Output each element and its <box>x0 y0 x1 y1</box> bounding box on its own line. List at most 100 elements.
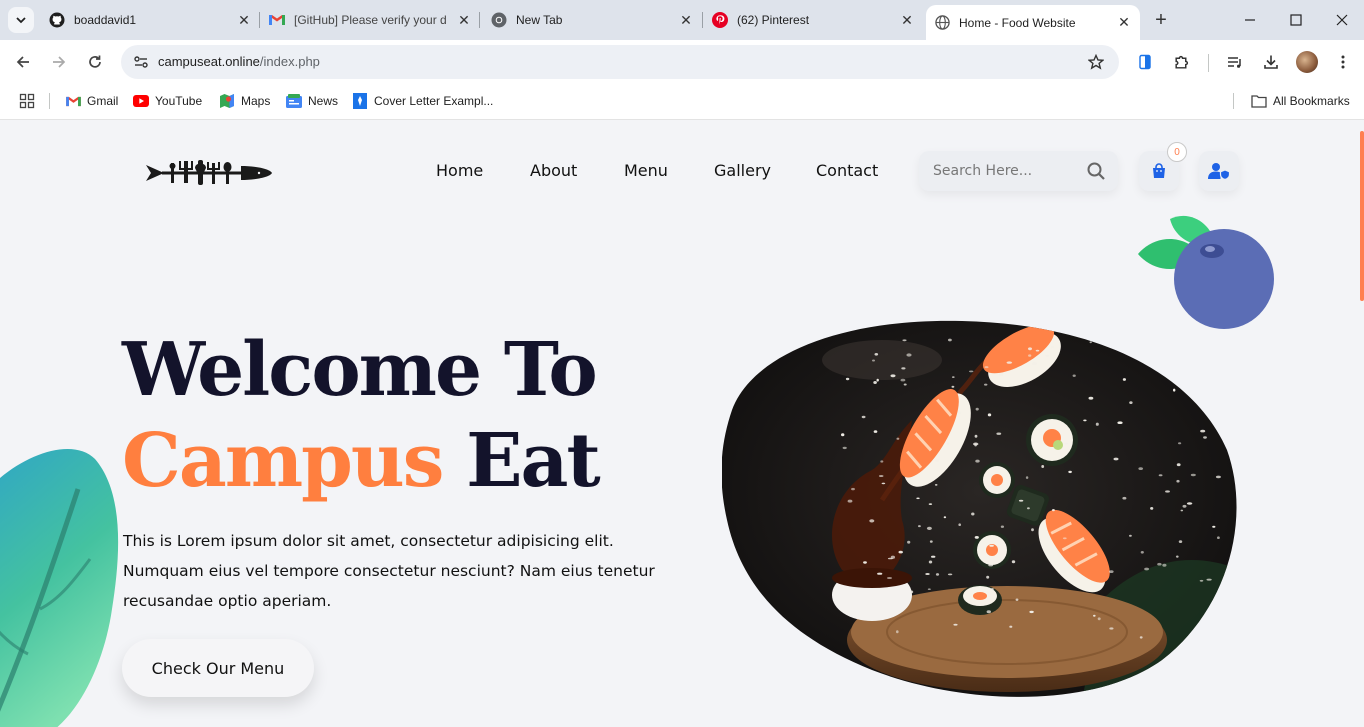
url-text: campuseat.online/index.php <box>158 54 320 69</box>
rice-grain <box>906 353 912 357</box>
nav-gallery[interactable]: Gallery <box>714 161 771 180</box>
tab-github[interactable]: boaddavid1 ✕ <box>44 5 254 35</box>
close-icon[interactable]: ✕ <box>454 10 474 30</box>
rice-grain <box>935 459 940 462</box>
minimize-button[interactable] <box>1238 8 1262 32</box>
scrollbar[interactable] <box>1360 121 1364 727</box>
close-icon <box>1336 14 1348 26</box>
rice-grain <box>1139 636 1143 639</box>
close-icon[interactable]: ✕ <box>897 10 917 30</box>
rice-grain <box>975 459 980 463</box>
rice-grain <box>1203 436 1207 439</box>
rice-grain <box>1214 418 1218 421</box>
tab-home-food-website[interactable]: Home - Food Website ✕ <box>926 5 1140 40</box>
rice-grain <box>881 482 886 485</box>
rice-grain <box>1097 617 1101 621</box>
search-input[interactable] <box>933 161 1083 181</box>
back-button[interactable] <box>10 49 36 75</box>
nav-about[interactable]: About <box>530 161 577 180</box>
downloads-button[interactable] <box>1258 49 1284 75</box>
all-bookmarks-button[interactable]: All Bookmarks <box>1251 92 1350 110</box>
url-host: campuseat.online <box>158 54 260 69</box>
site-logo[interactable] <box>146 160 272 186</box>
maximize-button[interactable] <box>1284 8 1308 32</box>
search-icon[interactable] <box>1086 161 1106 181</box>
rice-grain <box>1150 507 1154 510</box>
rice-grain <box>1041 465 1045 468</box>
tab-divider <box>702 12 703 28</box>
check-menu-button[interactable]: Check Our Menu <box>122 639 314 697</box>
rice-grain <box>1027 507 1030 510</box>
tab-divider <box>479 12 480 28</box>
rice-grain <box>951 385 955 388</box>
rice-grain <box>1015 598 1019 601</box>
rice-grain <box>958 523 961 526</box>
extensions-button[interactable] <box>1168 49 1194 75</box>
tab-search-button[interactable] <box>8 7 34 33</box>
rice-grain <box>1018 499 1024 502</box>
hero-title-line2: Campus Eat <box>122 416 601 506</box>
rice-grain <box>1000 525 1004 528</box>
chrome-menu-button[interactable] <box>1330 49 1356 75</box>
rice-grain <box>988 564 994 567</box>
rice-grain <box>987 413 992 417</box>
bookmark-maps[interactable]: Maps <box>219 92 270 110</box>
rice-grain <box>1068 470 1072 474</box>
rice-grain <box>989 544 994 547</box>
tab-gmail-verify[interactable]: [GitHub] Please verify your d ✕ <box>264 5 474 35</box>
address-bar[interactable]: campuseat.online/index.php <box>121 45 1119 79</box>
bookmark-youtube[interactable]: YouTube <box>133 92 202 110</box>
doc-icon <box>352 93 368 109</box>
reload-button[interactable] <box>82 49 108 75</box>
bookmark-news[interactable]: News <box>286 92 338 110</box>
tab-title: New Tab <box>516 13 563 27</box>
rice-grain <box>1165 490 1170 493</box>
tab-title: (62) Pinterest <box>737 13 810 27</box>
nav-menu[interactable]: Menu <box>624 161 668 180</box>
rice-grain <box>845 377 850 381</box>
tab-pinterest[interactable]: (62) Pinterest ✕ <box>707 5 917 35</box>
nav-home[interactable]: Home <box>436 161 483 180</box>
bookmark-cover-letter[interactable]: Cover Letter Exampl... <box>352 92 493 110</box>
rice-grain <box>878 475 884 477</box>
rice-grain <box>1198 365 1203 368</box>
rice-grain <box>1089 341 1092 344</box>
rice-grain <box>873 430 878 433</box>
bookmark-gmail[interactable]: Gmail <box>65 92 118 110</box>
rice-grain <box>880 460 884 463</box>
toolbar-divider <box>1208 54 1209 72</box>
close-icon[interactable]: ✕ <box>1114 13 1134 33</box>
rice-grain <box>1028 354 1032 357</box>
gmail-icon <box>65 93 81 109</box>
rice-grain <box>863 561 867 564</box>
forward-button[interactable] <box>46 49 72 75</box>
rice-grain <box>851 487 855 491</box>
rice-grain <box>910 590 914 594</box>
site-info-icon[interactable] <box>129 50 153 74</box>
rice-grain <box>1122 496 1127 500</box>
reading-mode-button[interactable] <box>1132 49 1158 75</box>
rice-grain <box>1117 421 1123 424</box>
nav-contact[interactable]: Contact <box>816 161 878 180</box>
tab-divider <box>259 12 260 28</box>
rice-grain <box>1220 343 1223 346</box>
close-icon[interactable]: ✕ <box>676 10 696 30</box>
close-icon[interactable]: ✕ <box>234 10 254 30</box>
apps-button[interactable] <box>19 92 35 110</box>
tab-new-tab[interactable]: New Tab ✕ <box>486 5 696 35</box>
rice-grain <box>903 383 907 386</box>
profile-avatar[interactable] <box>1296 51 1318 73</box>
rice-grain <box>1212 340 1216 343</box>
user-account-button[interactable] <box>1199 151 1239 191</box>
scrollbar-thumb[interactable] <box>1360 131 1364 301</box>
rice-grain <box>1186 502 1193 505</box>
new-tab-button[interactable]: + <box>1150 9 1172 31</box>
bookmark-star-icon[interactable] <box>1085 51 1107 73</box>
rice-grain <box>1180 509 1184 512</box>
apps-grid-icon <box>19 93 35 109</box>
rice-grain <box>1045 354 1050 357</box>
close-window-button[interactable] <box>1330 8 1354 32</box>
arrow-left-icon <box>16 56 29 68</box>
rice-grain <box>1064 442 1069 445</box>
media-controls-button[interactable] <box>1222 49 1248 75</box>
